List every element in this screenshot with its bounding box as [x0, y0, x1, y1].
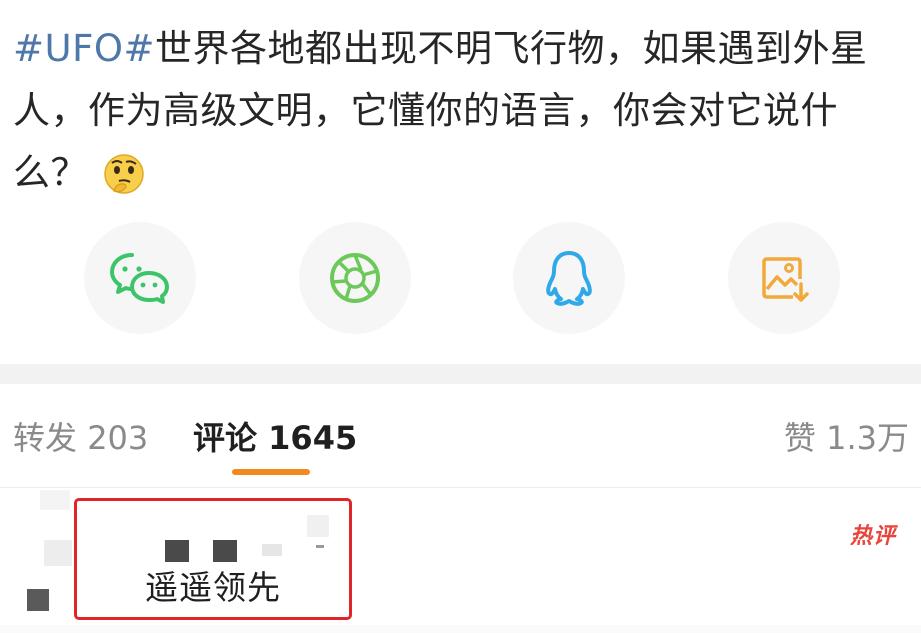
share-wechat-button[interactable]	[84, 222, 196, 334]
tab-like-count: 1.3万	[826, 419, 909, 457]
redacted-avatar	[27, 589, 49, 611]
tab-repost-label: 转发	[13, 419, 78, 457]
tab-comment-count: 1645	[268, 419, 358, 457]
post-text: #UFO#世界各地都出现不明飞行物，如果遇到外星人，作为高级文明，它懂你的语言，…	[13, 18, 893, 204]
bottom-divider	[0, 625, 921, 633]
share-qq-button[interactable]	[513, 222, 625, 334]
comment-text: 遥遥领先	[145, 568, 281, 607]
section-separator	[0, 364, 921, 384]
save-image-button[interactable]	[728, 222, 840, 334]
hot-comment-badge: 热评	[850, 524, 897, 549]
tab-repost[interactable]: 转发 203	[13, 416, 148, 460]
moments-shutter-icon	[330, 253, 380, 303]
tab-like[interactable]: 赞 1.3万	[784, 416, 909, 460]
tab-repost-count: 203	[87, 419, 149, 457]
wechat-icon	[110, 253, 169, 304]
redacted-avatar	[40, 490, 70, 510]
share-moments-button[interactable]	[299, 222, 411, 334]
weibo-post-page: #UFO#世界各地都出现不明飞行物，如果遇到外星人，作为高级文明，它懂你的语言，…	[0, 0, 921, 633]
save-image-icon	[762, 257, 809, 302]
qq-penguin-icon	[546, 251, 592, 306]
tab-comment-label: 评论	[193, 419, 258, 457]
hashtag-link[interactable]: #UFO#	[13, 27, 155, 70]
tab-like-label: 赞	[783, 419, 816, 457]
thinking-face-icon	[104, 154, 144, 194]
redacted-avatar	[44, 540, 72, 566]
tab-comment[interactable]: 评论 1645	[193, 416, 357, 460]
tabs-divider	[0, 487, 921, 488]
active-tab-indicator	[232, 469, 310, 475]
